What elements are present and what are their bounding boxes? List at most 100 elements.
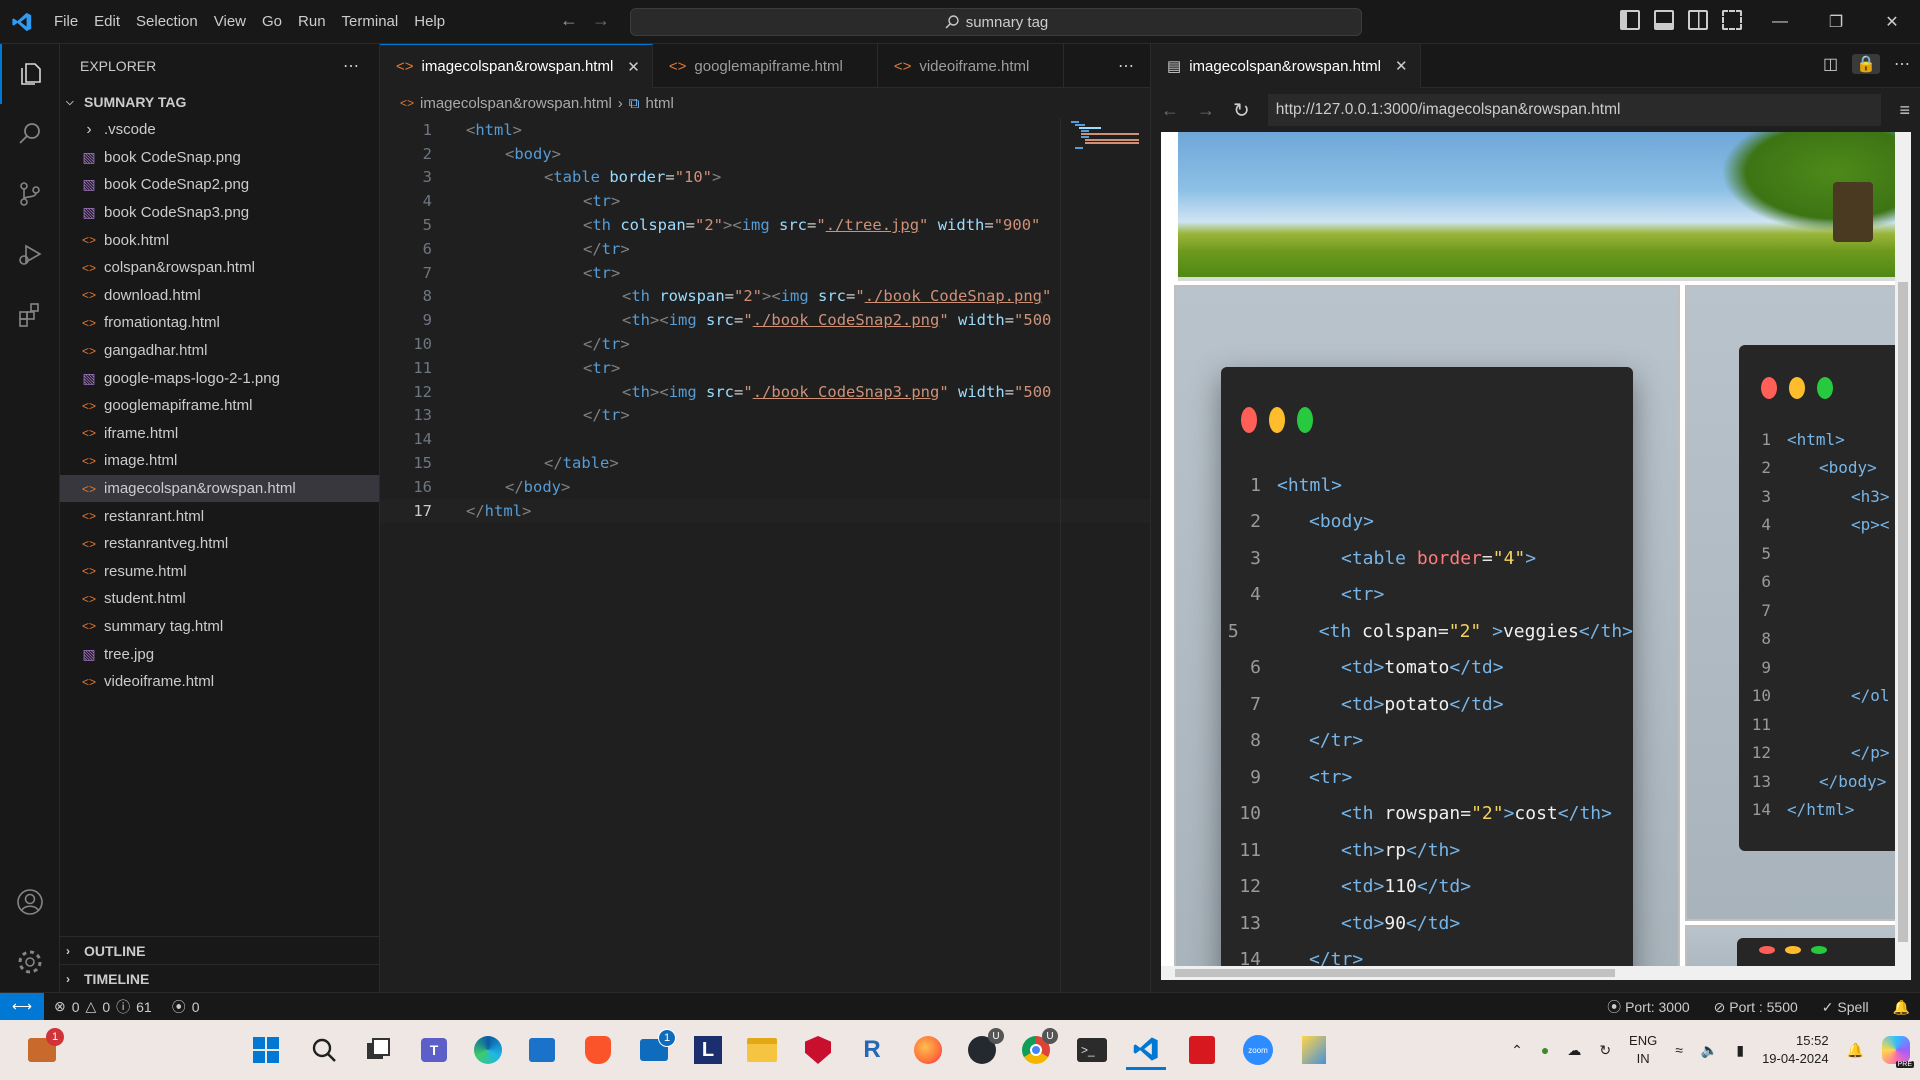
file-item[interactable]: <> videoiframe.html xyxy=(60,668,379,696)
file-item[interactable]: ▧ tree.jpg xyxy=(60,640,379,668)
url-input[interactable]: http://127.0.0.1:3000/imagecolspan&rowsp… xyxy=(1267,94,1882,126)
close-tab-icon[interactable]: ✕ xyxy=(627,58,640,76)
browser-forward-icon[interactable]: → xyxy=(1197,100,1215,121)
source-control-icon[interactable] xyxy=(0,164,60,224)
close-tab-icon[interactable]: ✕ xyxy=(1395,57,1408,75)
onedrive-icon[interactable]: ☁ xyxy=(1567,1042,1581,1059)
firefox-icon[interactable] xyxy=(908,1030,948,1070)
toggle-secondary-sidebar-icon[interactable] xyxy=(1688,10,1708,30)
close-window-icon[interactable]: ✕ xyxy=(1864,0,1920,44)
menu-go[interactable]: Go xyxy=(254,0,290,44)
outline-section[interactable]: › OUTLINE xyxy=(60,936,380,964)
notifications-icon[interactable]: 🔔 xyxy=(1847,1042,1864,1059)
file-item[interactable]: <> download.html xyxy=(60,282,379,310)
r-app-icon[interactable]: R xyxy=(852,1030,892,1070)
vscode-taskbar-icon[interactable] xyxy=(1126,1030,1166,1070)
clock[interactable]: 15:52 19-04-2024 xyxy=(1762,1032,1829,1068)
back-arrow-icon[interactable]: ← xyxy=(560,10,578,31)
editor-more-actions-icon[interactable]: ⋯ xyxy=(1118,56,1134,76)
port-5500-item[interactable]: ⊘ Port : 5500 xyxy=(1714,999,1798,1016)
app-briefcase-icon[interactable]: 1 xyxy=(22,1028,64,1070)
store-icon[interactable] xyxy=(522,1030,562,1070)
breadcrumb-file[interactable]: imagecolspan&rowspan.html xyxy=(420,95,612,112)
forward-arrow-icon[interactable]: → xyxy=(592,10,610,31)
edge-icon[interactable] xyxy=(468,1030,508,1070)
explorer-icon[interactable] xyxy=(0,44,60,104)
sync-icon[interactable]: ↻ xyxy=(1599,1042,1611,1059)
file-explorer-icon[interactable] xyxy=(742,1030,782,1070)
remote-indicator-icon[interactable]: ⟷ xyxy=(0,992,44,1021)
tab-imagecolspan[interactable]: <> imagecolspan&rowspan.html ✕ xyxy=(380,44,653,88)
volume-icon[interactable]: 🔈 xyxy=(1701,1042,1718,1059)
menu-hamburger-icon[interactable]: ≡ xyxy=(1899,100,1910,121)
browser-back-icon[interactable]: ← xyxy=(1161,100,1179,121)
reload-icon[interactable]: ↻ xyxy=(1233,98,1250,123)
accounts-icon[interactable] xyxy=(0,872,60,932)
terminal-icon[interactable]: >_ xyxy=(1072,1030,1112,1070)
scrollbar-thumb[interactable] xyxy=(1898,282,1908,942)
battery-icon[interactable]: ▮ xyxy=(1736,1042,1744,1059)
file-item[interactable]: <> restanrant.html xyxy=(60,502,379,530)
scrollbar-thumb[interactable] xyxy=(1175,969,1615,977)
file-item[interactable]: <> book.html xyxy=(60,226,379,254)
command-center-search[interactable]: sumnary tag xyxy=(630,8,1362,36)
minimap[interactable] xyxy=(1060,118,1140,992)
menu-help[interactable]: Help xyxy=(406,0,453,44)
file-item[interactable]: <> imagecolspan&rowspan.html xyxy=(60,474,379,503)
security-tray-icon[interactable]: ● xyxy=(1541,1042,1549,1058)
port-3000-item[interactable]: ⦿ Port: 3000 xyxy=(1607,997,1690,1017)
minimize-icon[interactable]: — xyxy=(1752,0,1808,44)
problems-indicator[interactable]: ⊗ 0 △ 0 ⓘ 61 xyxy=(54,997,152,1017)
github-icon[interactable]: U xyxy=(962,1028,1004,1070)
mcafee-icon[interactable] xyxy=(798,1030,838,1070)
manage-gear-icon[interactable] xyxy=(0,932,60,992)
file-item[interactable]: <> student.html xyxy=(60,585,379,613)
menu-terminal[interactable]: Terminal xyxy=(334,0,407,44)
file-item[interactable]: <> iframe.html xyxy=(60,420,379,448)
menu-edit[interactable]: Edit xyxy=(86,0,128,44)
task-view-icon[interactable] xyxy=(358,1030,398,1070)
file-item[interactable]: ▧ book CodeSnap.png xyxy=(60,144,379,172)
more-actions-icon[interactable]: ⋯ xyxy=(343,56,359,76)
show-hidden-icons-icon[interactable]: ⌃ xyxy=(1511,1042,1523,1059)
taskbar-search-icon[interactable] xyxy=(304,1030,344,1070)
stickies-icon[interactable] xyxy=(1294,1030,1334,1070)
spell-item[interactable]: ✓ Spell xyxy=(1822,999,1869,1016)
zoom-icon[interactable]: zoom xyxy=(1238,1030,1278,1070)
acrobat-icon[interactable] xyxy=(1182,1030,1222,1070)
toggle-primary-sidebar-icon[interactable] xyxy=(1620,10,1640,30)
menu-selection[interactable]: Selection xyxy=(128,0,206,44)
run-debug-icon[interactable] xyxy=(0,224,60,284)
windows-start-icon[interactable] xyxy=(246,1030,286,1070)
file-item[interactable]: <> restanrantveg.html xyxy=(60,530,379,558)
wifi-icon[interactable]: ≈ xyxy=(1675,1042,1683,1058)
teams-icon[interactable]: T xyxy=(414,1030,454,1070)
copilot-icon[interactable]: PRE xyxy=(1882,1036,1914,1068)
split-editor-icon[interactable]: ◫ xyxy=(1823,54,1838,74)
more-actions-icon[interactable]: ⋯ xyxy=(1894,54,1910,74)
tab-googlemapiframe[interactable]: <> googlemapiframe.html xyxy=(653,44,878,88)
file-item[interactable]: › .vscode xyxy=(60,116,379,144)
vertical-scrollbar[interactable] xyxy=(1895,132,1911,980)
restore-icon[interactable]: ❐ xyxy=(1808,0,1864,44)
file-item[interactable]: <> image.html xyxy=(60,447,379,475)
file-item[interactable]: ▧ book CodeSnap3.png xyxy=(60,199,379,227)
notifications-bell-icon[interactable]: 🔔 xyxy=(1893,999,1910,1016)
extensions-icon[interactable] xyxy=(0,284,60,344)
file-item[interactable]: ▧ google-maps-logo-2-1.png xyxy=(60,364,379,392)
language-indicator[interactable]: ENG IN xyxy=(1629,1032,1657,1068)
ports-indicator[interactable]: ⦿ 0 xyxy=(172,997,200,1017)
file-item[interactable]: <> googlemapiframe.html xyxy=(60,392,379,420)
search-sidebar-icon[interactable] xyxy=(0,104,60,164)
file-item[interactable]: <> fromationtag.html xyxy=(60,309,379,337)
horizontal-scrollbar[interactable] xyxy=(1161,966,1895,980)
file-item[interactable]: <> gangadhar.html xyxy=(60,337,379,365)
tab-browser[interactable]: ▤ imagecolspan&rowspan.html ✕ xyxy=(1151,44,1421,88)
tab-videoiframe[interactable]: <> videoiframe.html xyxy=(878,44,1065,88)
lock-icon[interactable]: 🔒 xyxy=(1852,54,1880,74)
file-item[interactable]: <> colspan&rowspan.html xyxy=(60,254,379,282)
file-item[interactable]: <> resume.html xyxy=(60,558,379,586)
app-l-icon[interactable]: L xyxy=(688,1030,728,1070)
menu-run[interactable]: Run xyxy=(290,0,334,44)
menu-view[interactable]: View xyxy=(206,0,254,44)
